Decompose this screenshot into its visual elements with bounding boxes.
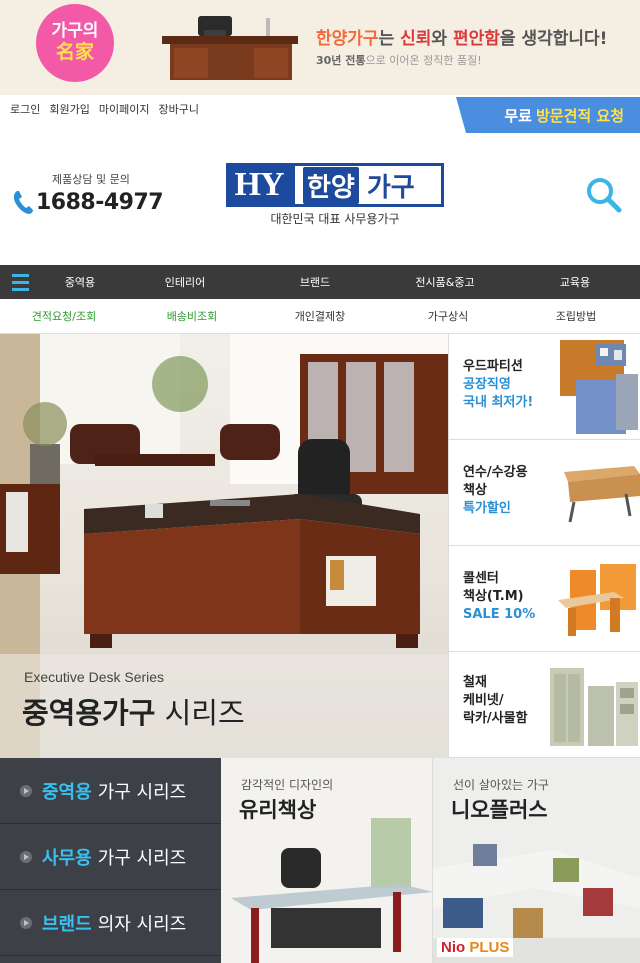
- promo-title: 유리책상: [239, 798, 317, 822]
- phone-contact[interactable]: 제품상담 및 문의 1688-4977: [12, 171, 164, 215]
- product-title: 책상(T.M): [463, 589, 524, 604]
- promo-neoplus[interactable]: 선이 살아있는 가구 니오플러스 Nio PLUS: [433, 758, 640, 963]
- bottom-section: 중역용 가구 시리즈 사무용 가구 시리즈 브랜드 의자 시리즈 감각적인 디자…: [0, 758, 640, 963]
- signup-link[interactable]: 회원가입: [49, 101, 89, 117]
- menu-icon[interactable]: [0, 265, 40, 299]
- nav-interior[interactable]: 인테리어: [120, 274, 250, 290]
- hero-title: 중역용가구 시리즈: [22, 696, 245, 730]
- nav-brand[interactable]: 브랜드: [250, 274, 380, 290]
- series-executive[interactable]: 중역용 가구 시리즈: [0, 758, 221, 824]
- subnav-payment[interactable]: 개인결제창: [256, 308, 384, 324]
- product-steel-cabinet[interactable]: 철재 케비넷/ 락카/사물함: [448, 652, 640, 758]
- banner-desk-image: [162, 16, 298, 80]
- arrow-circle-icon: [20, 850, 32, 863]
- logo-tagline: 대한민국 대표 사무용가구: [270, 212, 400, 226]
- product-title: 우드파티션: [463, 359, 523, 374]
- series-brand-chair[interactable]: 브랜드 의자 시리즈: [0, 890, 221, 956]
- promo-glass-desk[interactable]: 감각적인 디자인의 유리책상: [221, 758, 433, 963]
- cart-link[interactable]: 장바구니: [158, 101, 198, 117]
- nav-executive[interactable]: 중역용: [40, 274, 120, 290]
- mypage-link[interactable]: 마이페이지: [99, 101, 150, 117]
- hero-banner[interactable]: Executive Desk Series 중역용가구 시리즈: [0, 334, 448, 758]
- product-title: 철재: [463, 675, 487, 690]
- arrow-circle-icon: [20, 784, 32, 797]
- product-tag: 공장직영: [463, 377, 511, 392]
- member-links: 로그인 회원가입 마이페이지 장바구니: [10, 101, 199, 117]
- product-title: 연수/수강용: [463, 465, 528, 480]
- arrow-circle-icon: [20, 916, 32, 929]
- subnav-assembly[interactable]: 조립방법: [512, 308, 640, 324]
- product-callcenter-desk[interactable]: 콜센터 책상(T.M) SALE 10%: [448, 546, 640, 652]
- phone-icon: [13, 191, 33, 214]
- phone-number: 1688-4977: [36, 189, 164, 215]
- logo-ko-1: 한양: [303, 166, 359, 204]
- banner-subtitle: 30년 전통으로 이어온 정직한 품질!: [316, 54, 482, 67]
- promo-title: 니오플러스: [451, 798, 548, 822]
- product-title: 락카/사물함: [463, 711, 528, 726]
- top-banner[interactable]: 가구의 名家 한양가구는 신뢰와 편안함을 생각합니다! 30년 전통으로 이어…: [0, 0, 640, 95]
- banner-slogan: 한양가구는 신뢰와 편안함을 생각합니다!: [316, 29, 608, 49]
- utility-bar: 로그인 회원가입 마이페이지 장바구니 무료 방문견적 요청: [0, 95, 640, 135]
- side-product-list: 우드파티션 공장직영 국내 최저가! 연수/수강용 책상 특가할인 콜센터 책상…: [448, 334, 640, 758]
- subnav-shipping[interactable]: 배송비조회: [128, 308, 256, 324]
- phone-label: 제품상담 및 문의: [52, 173, 130, 186]
- badge-line1: 가구의: [51, 21, 99, 42]
- product-title: 책상: [463, 483, 487, 498]
- product-tag: 국내 최저가!: [463, 395, 534, 410]
- subnav-quote[interactable]: 견적요청/조회: [0, 308, 128, 324]
- neoplus-logo: Nio PLUS: [437, 938, 514, 957]
- logo-latin: HY: [226, 163, 292, 207]
- training-desk-image: [564, 466, 640, 523]
- sub-nav: 견적요청/조회 배송비조회 개인결제창 가구상식 조립방법: [0, 299, 640, 334]
- callcenter-desk-image: [558, 564, 636, 636]
- nav-education[interactable]: 교육용: [510, 274, 640, 290]
- product-tag: 특가할인: [463, 501, 511, 516]
- steel-cabinet-image: [550, 668, 638, 746]
- badge-line2: 名家: [55, 40, 94, 63]
- subnav-tips[interactable]: 가구상식: [384, 308, 512, 324]
- product-training-desk[interactable]: 연수/수강용 책상 특가할인: [448, 440, 640, 546]
- product-title: 콜센터: [463, 571, 499, 586]
- hero-series-label: Executive Desk Series: [24, 669, 165, 685]
- series-menu: 중역용 가구 시리즈 사무용 가구 시리즈 브랜드 의자 시리즈: [0, 758, 221, 963]
- nav-showroom-used[interactable]: 전시품&중고: [380, 274, 510, 290]
- product-title: 케비넷/: [463, 693, 504, 708]
- main-nav: 중역용 인테리어 브랜드 전시품&중고 교육용: [0, 265, 640, 299]
- partition-image: [560, 340, 638, 434]
- site-header: 제품상담 및 문의 1688-4977 HY 한양 가구 대한민국 대표 사무용…: [0, 135, 640, 265]
- login-link[interactable]: 로그인: [10, 101, 40, 117]
- promo-subtitle: 감각적인 디자인의: [241, 778, 334, 792]
- product-wood-partition[interactable]: 우드파티션 공장직영 국내 최저가!: [448, 334, 640, 440]
- series-office[interactable]: 사무용 가구 시리즈: [0, 824, 221, 890]
- product-tag: SALE 10%: [463, 607, 536, 622]
- promo-subtitle: 선이 살아있는 가구: [453, 778, 549, 792]
- free-visit-quote-button[interactable]: 무료 방문견적 요청: [456, 97, 640, 133]
- search-icon[interactable]: [584, 175, 624, 215]
- site-logo[interactable]: HY 한양 가구 대한민국 대표 사무용가구: [226, 163, 444, 227]
- masters-badge: 가구의 名家: [36, 4, 114, 82]
- logo-ko-2: 가구: [366, 172, 415, 203]
